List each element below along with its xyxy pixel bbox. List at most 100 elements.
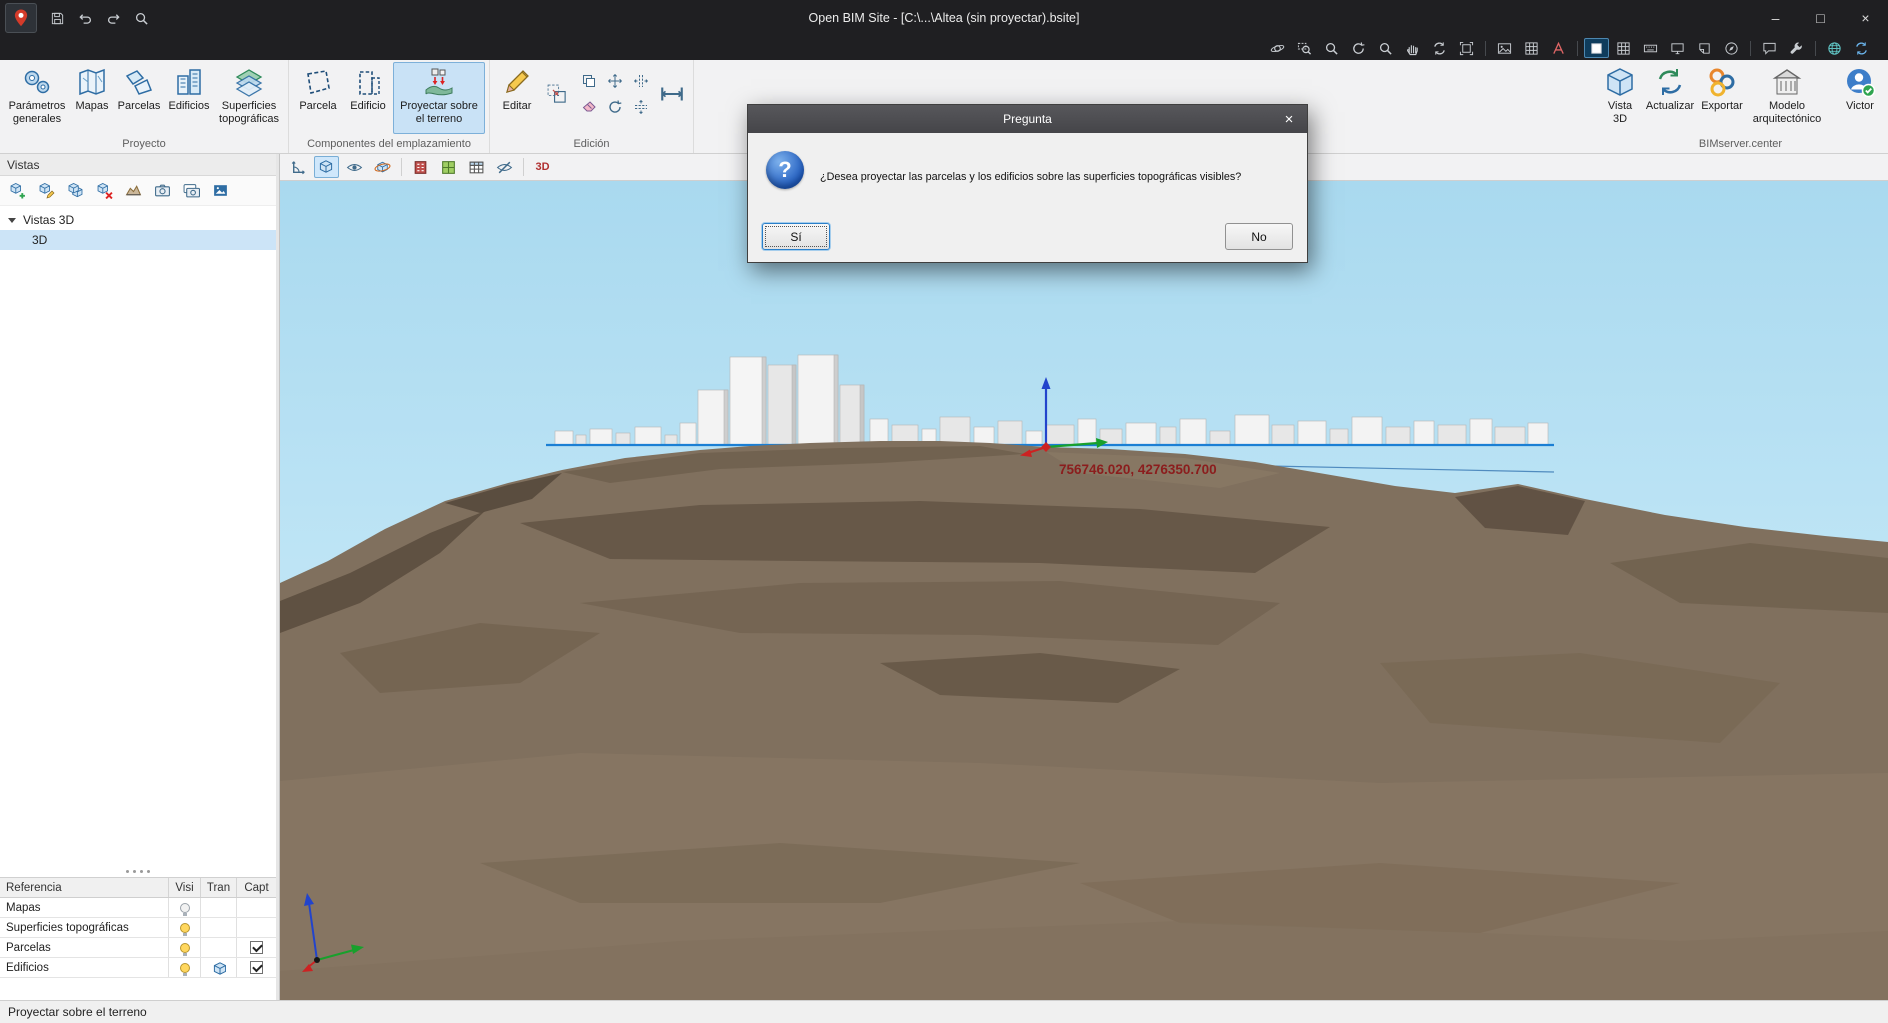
zoom-window-icon[interactable] bbox=[1292, 38, 1317, 58]
minimize-button[interactable]: – bbox=[1753, 0, 1798, 36]
orbit-view-icon[interactable] bbox=[1265, 38, 1290, 58]
tree-node-3d[interactable]: 3D bbox=[0, 230, 276, 250]
offset-button[interactable] bbox=[540, 68, 574, 120]
cameras-icon bbox=[183, 182, 200, 199]
new-3d-view-button[interactable] bbox=[5, 179, 30, 203]
comments-icon[interactable] bbox=[1757, 38, 1782, 58]
split-vertical-button[interactable] bbox=[628, 68, 653, 93]
zoom-extents-icon[interactable] bbox=[1319, 38, 1344, 58]
delete-view-button[interactable] bbox=[92, 179, 117, 203]
measure-button[interactable] bbox=[655, 68, 689, 120]
user-victor-button[interactable]: Victor bbox=[1836, 62, 1884, 134]
visibility-icon[interactable] bbox=[342, 156, 367, 178]
modelo-arquitectonico-button[interactable]: Modelo arquitectónico bbox=[1747, 62, 1827, 134]
texture-icon[interactable] bbox=[1492, 38, 1517, 58]
table-row-superficies[interactable]: Superficies topográficas bbox=[0, 918, 276, 938]
copy-icon bbox=[581, 73, 597, 89]
visibility-bulb-icon[interactable] bbox=[179, 942, 190, 956]
windows-icon[interactable] bbox=[1665, 38, 1690, 58]
redo-icon[interactable] bbox=[101, 7, 126, 29]
mapas-button[interactable]: Mapas bbox=[70, 62, 114, 134]
refresh-view-icon[interactable] bbox=[1427, 38, 1452, 58]
bimserver-web-icon[interactable] bbox=[1822, 38, 1847, 58]
eraser-icon bbox=[581, 99, 597, 115]
move-button[interactable] bbox=[602, 68, 627, 93]
zoom-icon[interactable] bbox=[1373, 38, 1398, 58]
orbit-cube-icon[interactable] bbox=[370, 156, 395, 178]
delete-view-icon bbox=[96, 182, 113, 199]
terrain-section-button[interactable] bbox=[121, 179, 146, 203]
annotations-icon[interactable] bbox=[1546, 38, 1571, 58]
parcela-button[interactable]: Parcela bbox=[293, 62, 343, 134]
dialog-close-icon[interactable]: × bbox=[1271, 105, 1307, 133]
split-horizontal-button[interactable] bbox=[628, 94, 653, 119]
app-logo-icon[interactable] bbox=[5, 3, 37, 33]
gallery-button[interactable] bbox=[208, 179, 233, 203]
capture-checkbox[interactable] bbox=[250, 961, 263, 974]
compass-icon[interactable] bbox=[1719, 38, 1744, 58]
axes-tool-icon[interactable] bbox=[286, 156, 311, 178]
parametros-generales-button[interactable]: Parámetros generales bbox=[4, 62, 70, 134]
yes-button[interactable]: Sí bbox=[762, 223, 830, 250]
frame-view-icon[interactable] bbox=[1454, 38, 1479, 58]
maximize-button[interactable]: □ bbox=[1798, 0, 1843, 36]
rotate-view-icon[interactable] bbox=[1346, 38, 1371, 58]
undo-icon[interactable] bbox=[73, 7, 98, 29]
superficies-topograficas-button[interactable]: Superficies topográficas bbox=[214, 62, 284, 134]
erase-button[interactable] bbox=[576, 94, 601, 119]
vista-3d-button[interactable]: Vista 3D bbox=[1597, 62, 1643, 134]
exportar-button[interactable]: Exportar bbox=[1697, 62, 1747, 134]
visibility-bulb-icon[interactable] bbox=[179, 962, 190, 976]
edificios-layer-icon[interactable] bbox=[408, 156, 433, 178]
table-row-mapas[interactable]: Mapas bbox=[0, 898, 276, 918]
edificio-button[interactable]: Edificio bbox=[343, 62, 393, 134]
hide-elements-icon[interactable] bbox=[492, 156, 517, 178]
rotate-button[interactable] bbox=[602, 94, 627, 119]
copy-button[interactable] bbox=[576, 68, 601, 93]
toolbar-separator bbox=[1577, 40, 1578, 56]
edificios-button[interactable]: Edificios bbox=[164, 62, 214, 134]
parcelas-icon bbox=[123, 66, 155, 98]
clipping-icon[interactable] bbox=[1692, 38, 1717, 58]
parcelas-layer-icon[interactable] bbox=[436, 156, 461, 178]
pan-icon[interactable] bbox=[1400, 38, 1425, 58]
no-button[interactable]: No bbox=[1225, 223, 1293, 250]
close-button[interactable]: × bbox=[1843, 0, 1888, 36]
edit-view-button[interactable] bbox=[34, 179, 59, 203]
view-cube-icon[interactable] bbox=[314, 156, 339, 178]
bimserver-sync-icon[interactable] bbox=[1849, 38, 1874, 58]
user-avatar-icon bbox=[1844, 66, 1876, 98]
transparency-cube-icon[interactable] bbox=[212, 961, 226, 975]
snapshot-button[interactable] bbox=[150, 179, 175, 203]
table-row-parcelas[interactable]: Parcelas bbox=[0, 938, 276, 958]
table-row-edificios[interactable]: Edificios bbox=[0, 958, 276, 978]
table-header-row: Referencia Visi Tran Capt bbox=[0, 878, 276, 898]
save-icon[interactable] bbox=[45, 7, 70, 29]
background-color-icon[interactable] bbox=[1584, 38, 1609, 58]
proyectar-sobre-terreno-button[interactable]: Proyectar sobre el terreno bbox=[393, 62, 485, 134]
labels-3d-icon[interactable]: 3D bbox=[530, 156, 555, 178]
grid-icon[interactable] bbox=[1611, 38, 1636, 58]
tables-icon[interactable] bbox=[464, 156, 489, 178]
snapshots-button[interactable] bbox=[179, 179, 204, 203]
terrain-grid-icon[interactable] bbox=[1519, 38, 1544, 58]
move-icon bbox=[607, 73, 623, 89]
search-icon[interactable] bbox=[129, 7, 154, 29]
sidebar-filler bbox=[0, 978, 276, 1000]
panel-resize-handle[interactable] bbox=[0, 865, 276, 877]
chevron-down-icon[interactable] bbox=[8, 217, 16, 223]
visibility-bulb-icon[interactable] bbox=[179, 922, 190, 936]
tools-icon[interactable] bbox=[1784, 38, 1809, 58]
capture-checkbox[interactable] bbox=[250, 941, 263, 954]
tree-node-vistas-3d[interactable]: Vistas 3D bbox=[0, 210, 276, 230]
parcelas-button[interactable]: Parcelas bbox=[114, 62, 164, 134]
3d-scene[interactable]: 756746.020, 4276350.700 bbox=[280, 181, 1888, 1000]
vistas-panel-header: Vistas bbox=[0, 154, 276, 176]
editar-button[interactable]: Editar bbox=[494, 62, 540, 134]
visibility-bulb-icon[interactable] bbox=[179, 902, 190, 916]
duplicate-view-button[interactable] bbox=[63, 179, 88, 203]
statusbar: Proyectar sobre el terreno bbox=[0, 1000, 1888, 1023]
keyboard-input-icon[interactable] bbox=[1638, 38, 1663, 58]
actualizar-button[interactable]: Actualizar bbox=[1643, 62, 1697, 134]
dialog-titlebar[interactable]: Pregunta × bbox=[748, 105, 1307, 133]
